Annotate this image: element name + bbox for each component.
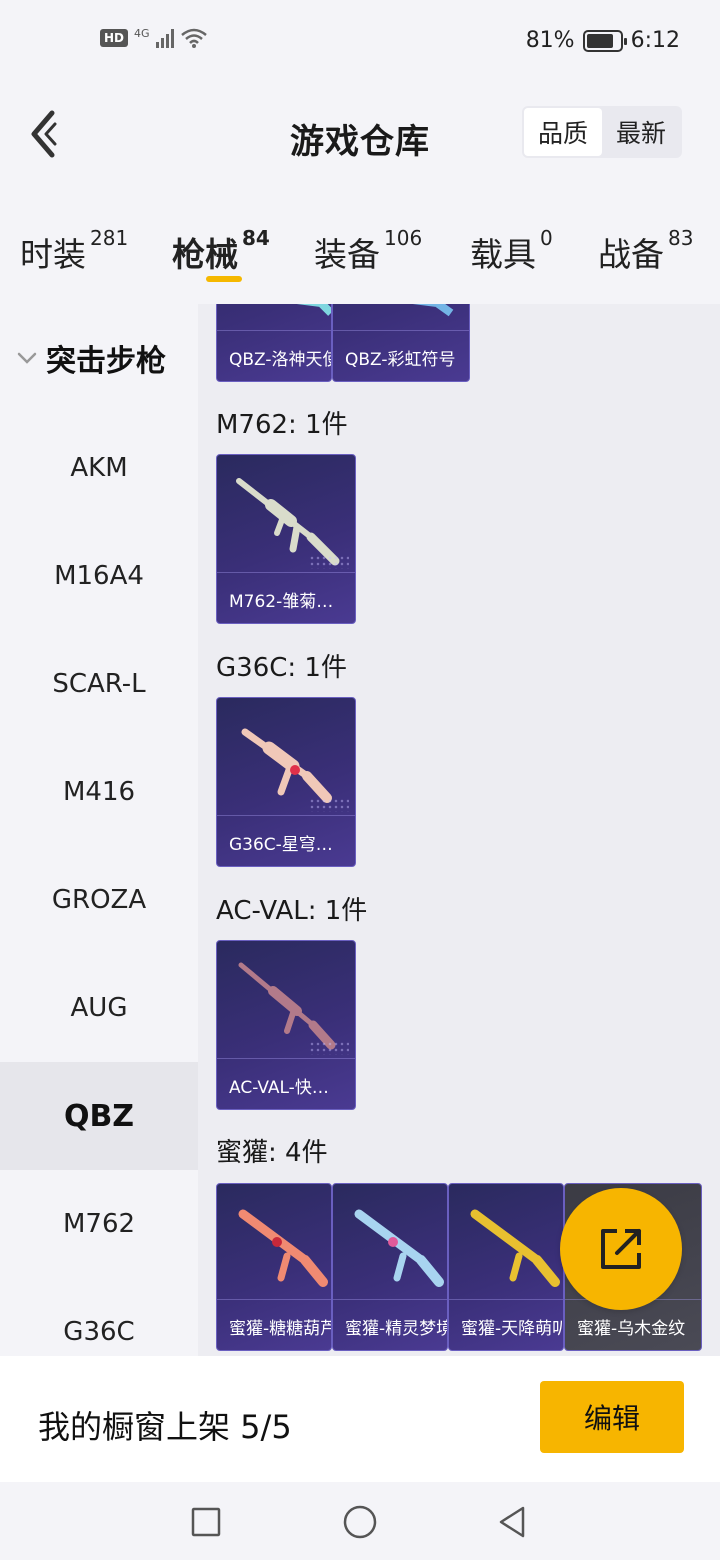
weapon-card[interactable]: G36C-星穹…	[216, 697, 356, 867]
active-tab-indicator	[206, 276, 242, 282]
tab-label: 载具	[470, 235, 536, 274]
system-nav-bar	[0, 1482, 720, 1560]
recent-apps-button[interactable]	[186, 1502, 226, 1542]
tab-fashion[interactable]: 时装 281	[20, 226, 129, 276]
weapon-image-icon	[470, 1209, 560, 1287]
category-tabs: 时装 281 枪械 84 装备 106 载具 0 战备 83	[0, 214, 720, 304]
wifi-icon	[180, 28, 207, 48]
tab-label: 战备	[598, 235, 664, 274]
weapon-image-icon	[238, 1209, 328, 1287]
status-left: HD 4G	[100, 26, 208, 48]
card-divider	[449, 1299, 563, 1300]
sort-quality-option[interactable]: 品质	[524, 108, 602, 156]
card-divider	[217, 330, 331, 331]
weapon-name: 蜜獾-乌木金纹	[577, 1318, 686, 1339]
section-title-m762: M762: 1件	[216, 410, 348, 440]
showcase-status-text: 我的橱窗上架 5/5	[38, 1408, 292, 1446]
tab-firearms[interactable]: 枪械 84	[172, 226, 270, 276]
chevron-down-icon	[17, 352, 37, 364]
group-header-assault-rifles[interactable]: 突击步枪	[16, 336, 166, 380]
network-type: 4G	[134, 26, 150, 40]
weapon-name: 蜜獾-精灵梦境	[345, 1318, 447, 1339]
weapon-category-list: 突击步枪 AKM M16A4 SCAR-L M416 GROZA AUG QBZ…	[0, 304, 198, 1356]
card-divider	[333, 1299, 447, 1300]
sidebar-item-aug[interactable]: AUG	[0, 954, 198, 1062]
card-pattern	[309, 1041, 349, 1055]
card-divider	[217, 815, 355, 816]
section-title-g36c: G36C: 1件	[216, 653, 347, 683]
weapon-image-icon	[412, 304, 454, 317]
tab-count: 106	[384, 226, 423, 250]
share-button[interactable]	[560, 1188, 682, 1310]
share-external-icon	[601, 1229, 641, 1269]
sidebar-item-m762[interactable]: M762	[0, 1170, 198, 1278]
weapon-name: 蜜獾-天降萌叭	[461, 1318, 563, 1339]
weapon-card[interactable]: 蜜獾-精灵梦境	[332, 1183, 448, 1351]
battery-fill	[586, 33, 613, 48]
tab-count: 0	[540, 226, 553, 250]
home-icon	[343, 1505, 377, 1539]
card-pattern	[309, 798, 349, 812]
weapon-card[interactable]: QBZ-彩虹符号	[332, 304, 470, 382]
weapon-name: AC-VAL-快…	[229, 1077, 329, 1098]
battery-icon	[582, 29, 627, 52]
tab-equipment[interactable]: 装备 106	[314, 226, 423, 276]
weapon-card[interactable]: 蜜獾-天降萌叭	[448, 1183, 564, 1351]
hd-badge: HD	[100, 29, 129, 47]
sidebar-item-m16a4[interactable]: M16A4	[0, 522, 198, 630]
section-title-ac-val: AC-VAL: 1件	[216, 896, 368, 926]
tab-count: 83	[668, 226, 694, 250]
card-divider	[217, 1058, 355, 1059]
section-title-honey-badger: 蜜獾: 4件	[216, 1138, 328, 1168]
weapon-image-icon	[354, 1209, 444, 1287]
back-icon	[499, 1506, 525, 1538]
edit-button[interactable]: 编辑	[540, 1381, 684, 1453]
sidebar-item-groza[interactable]: GROZA	[0, 846, 198, 954]
card-divider	[333, 330, 469, 331]
battery-percent: 81%	[525, 28, 575, 53]
weapon-card[interactable]: M762-雏菊…	[216, 454, 356, 624]
weapon-card[interactable]: 蜜獾-糖糖葫芦	[216, 1183, 332, 1351]
sidebar-item-qbz[interactable]: QBZ	[0, 1062, 198, 1170]
weapon-card[interactable]: AC-VAL-快…	[216, 940, 356, 1110]
sort-latest-option[interactable]: 最新	[602, 108, 680, 156]
header: 游戏仓库 品质 最新	[0, 86, 720, 182]
signal-icon	[155, 28, 174, 48]
card-divider	[217, 572, 355, 573]
weapon-image-icon	[296, 304, 331, 316]
weapon-name: M762-雏菊…	[229, 591, 334, 612]
card-pattern	[309, 555, 349, 569]
weapon-image-icon	[241, 728, 332, 803]
tab-label: 装备	[314, 235, 380, 274]
weapon-name: QBZ-洛神天使	[229, 349, 331, 370]
weapon-image-icon	[238, 962, 336, 1050]
tab-count: 84	[242, 226, 270, 250]
weapon-name: 蜜獾-糖糖葫芦	[229, 1318, 331, 1339]
showcase-bar: 我的橱窗上架 5/5 编辑	[0, 1356, 720, 1482]
card-divider	[217, 1299, 331, 1300]
weapon-name: G36C-星穹…	[229, 834, 333, 855]
recent-apps-icon	[191, 1507, 221, 1537]
sidebar-item-g36c[interactable]: G36C	[0, 1278, 198, 1356]
tab-label: 枪械	[172, 235, 238, 274]
home-button[interactable]	[340, 1502, 380, 1542]
nav-back-button[interactable]	[492, 1502, 532, 1542]
status-right: 81% 6:12	[526, 28, 680, 53]
sidebar-item-akm[interactable]: AKM	[0, 414, 198, 522]
tab-count: 281	[90, 226, 129, 250]
sort-toggle: 品质 最新	[522, 106, 682, 158]
weapon-image-icon	[236, 478, 340, 566]
group-label: 突击步枪	[46, 344, 166, 379]
weapon-name: QBZ-彩虹符号	[345, 349, 456, 370]
sidebar-item-scar-l[interactable]: SCAR-L	[0, 630, 198, 738]
tab-label: 时装	[20, 235, 86, 274]
status-bar: HD 4G 81% 6:12	[0, 0, 720, 86]
tab-supplies[interactable]: 战备 83	[598, 226, 694, 276]
sidebar-item-m416[interactable]: M416	[0, 738, 198, 846]
clock: 6:12	[630, 28, 680, 53]
weapon-card[interactable]: QBZ-洛神天使	[216, 304, 332, 382]
tab-vehicles[interactable]: 载具 0	[470, 226, 553, 276]
